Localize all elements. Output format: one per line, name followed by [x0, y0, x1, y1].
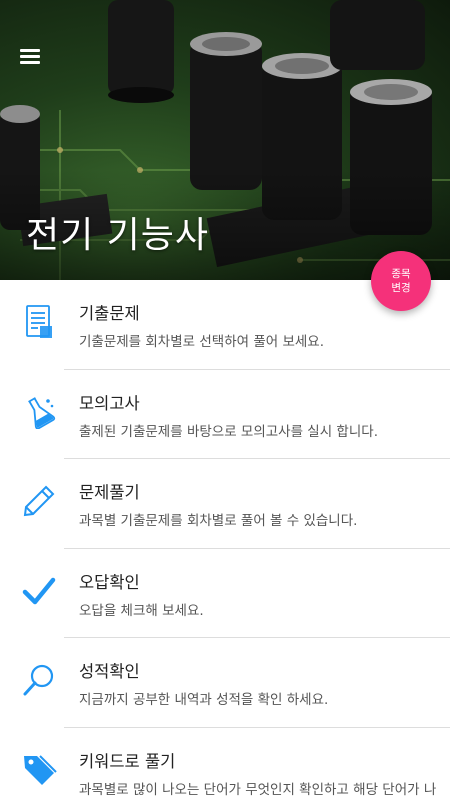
menu-item-description: 출제된 기출문제를 바탕으로 모의고사를 실시 합니다.: [79, 423, 378, 440]
header-banner: 전기 기능사: [0, 0, 450, 280]
menu-item-check-scores[interactable]: 성적확인 지금까지 공부한 내역과 성적을 확인 하세요.: [0, 638, 450, 728]
pencil-icon: [20, 479, 58, 523]
menu-item-title: 기출문제: [79, 304, 140, 323]
menu-item-solve-problems[interactable]: 문제풀기 과목별 기출문제를 회차별로 풀어 볼 수 있습니다.: [0, 459, 450, 549]
menu-item-description: 지금까지 공부한 내역과 성적을 확인 하세요.: [79, 692, 329, 708]
menu-item-description: 기출문제를 회차별로 선택하여 풀어 보세요.: [79, 334, 325, 350]
menu-item-description: 오답을 체크해 보세요.: [79, 602, 204, 619]
menu-item-title: 문제풀기: [79, 483, 140, 502]
menu-item-title: 성적확인: [79, 662, 140, 681]
change-subject-label-line2: 변경: [391, 282, 411, 294]
change-subject-button[interactable]: 종목 변경: [371, 251, 431, 311]
menu-item-keyword-solve[interactable]: 키워드로 풀기 과목별로 많이 나오는 단어가 무엇인지 확인하고 해당 단어가…: [0, 728, 450, 800]
menu-item-title: 키워드로 풀기: [79, 751, 176, 771]
change-subject-label-line1: 종목: [391, 268, 411, 280]
tag-icon: [20, 748, 58, 792]
menu-item-description: 과목별 기출문제를 회차별로 풀어 볼 수 있습니다.: [79, 513, 358, 529]
flask-icon: [20, 390, 58, 434]
menu-item-title: 모의고사: [79, 393, 140, 413]
hamburger-menu-icon: [20, 49, 40, 64]
menu-list: 기출문제 기출문제를 회차별로 선택하여 풀어 보세요. 모의고사 출제된 기출…: [0, 280, 450, 800]
menu-item-mock-exam[interactable]: 모의고사 출제된 기출문제를 바탕으로 모의고사를 실시 합니다.: [0, 370, 450, 459]
menu-item-description: 과목별로 많이 나오는 단어가 무엇인지 확인하고 해당 단어가 나오는 문제들…: [79, 781, 437, 798]
hamburger-menu-button[interactable]: [14, 42, 46, 70]
menu-item-wrong-answers[interactable]: 오답확인 오답을 체크해 보세요.: [0, 549, 450, 638]
document-list-icon: [20, 300, 58, 344]
menu-item-title: 오답확인: [79, 572, 140, 592]
checkmark-icon: [20, 569, 58, 613]
app-title: 전기 기능사: [26, 215, 210, 256]
magnifier-icon: [20, 658, 58, 702]
